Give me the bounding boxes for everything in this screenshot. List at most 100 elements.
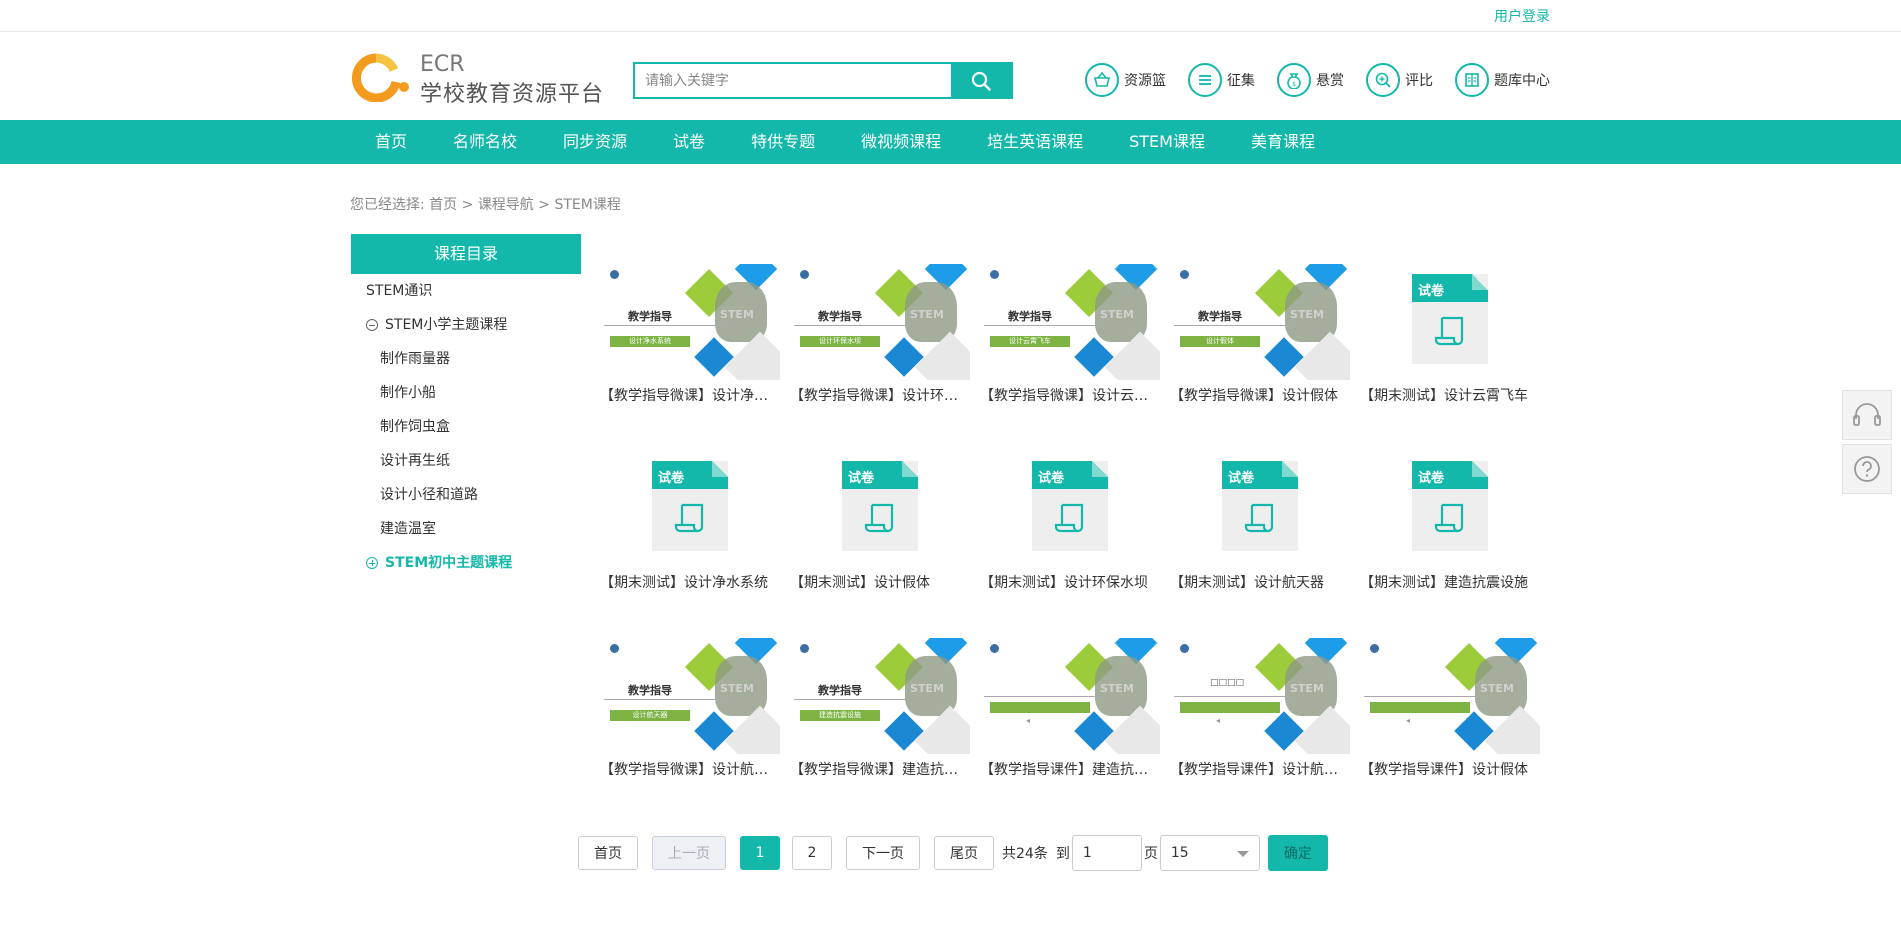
resource-card-title[interactable]: 【期末测试】设计净水系统: [600, 572, 778, 592]
nav-pearson-english[interactable]: 培生英语课程: [964, 120, 1106, 164]
tool-label: 资源篮: [1124, 73, 1166, 89]
nav-sync-resources[interactable]: 同步资源: [540, 120, 650, 164]
resource-card-title[interactable]: 【期末测试】设计航天器: [1170, 572, 1348, 592]
nav-home[interactable]: 首页: [352, 120, 430, 164]
search-input[interactable]: [635, 64, 953, 97]
tool-question-bank[interactable]: 题库中心: [1455, 62, 1550, 98]
stem-watermark: STEM: [910, 308, 944, 321]
slide-topic: 设计假体: [1180, 336, 1260, 347]
resource-card[interactable]: STEM 教学指导 设计净水系统【教学指导微课】设计净水系统: [600, 264, 780, 405]
help-button[interactable]: [1842, 444, 1892, 494]
sidebar-item-stem-junior[interactable]: STEM初中主题课程: [351, 546, 581, 580]
resource-card-title[interactable]: 【教学指导课件】建造抗震设施: [980, 759, 1158, 779]
stem-watermark: STEM: [720, 682, 754, 695]
resource-card-title[interactable]: 【教学指导微课】设计净水系统: [600, 385, 778, 405]
tool-label: 悬赏: [1316, 73, 1344, 89]
resource-card[interactable]: STEM ◂ 【教学指导课件】设计假体: [1360, 638, 1540, 779]
logo-name: 学校教育资源平台: [420, 82, 605, 107]
micro-lesson-thumbnail: STEM 教学指导 设计净水系统: [600, 264, 780, 380]
slide-heading: 教学指导: [1198, 310, 1242, 323]
resource-card-title[interactable]: 【期末测试】设计云霄飞车: [1360, 385, 1538, 405]
resource-card[interactable]: STEM 教学指导 设计环保水坝【教学指导微课】设计环保水坝: [790, 264, 970, 405]
courseware-thumbnail: STEM ◂: [1360, 638, 1540, 754]
confirm-button[interactable]: 确定: [1267, 835, 1328, 871]
page-2-button[interactable]: 2: [792, 836, 832, 870]
stem-watermark: STEM: [910, 682, 944, 695]
expand-icon[interactable]: [366, 557, 378, 569]
money-bag-icon: $: [1277, 63, 1311, 97]
sidebar-item-boat[interactable]: 制作小船: [351, 376, 581, 410]
resource-card-title[interactable]: 【教学指导课件】设计航天器: [1170, 759, 1348, 779]
resource-card-title[interactable]: 【教学指导微课】设计假体: [1170, 385, 1348, 405]
nav-micro-video[interactable]: 微视频课程: [838, 120, 964, 164]
tool-reward[interactable]: $ 悬赏: [1277, 62, 1344, 98]
page-number-input[interactable]: [1071, 835, 1142, 871]
resource-card-title[interactable]: 【期末测试】设计假体: [790, 572, 968, 592]
next-page-button[interactable]: 下一页: [846, 836, 920, 870]
page-size-value: 15: [1170, 845, 1189, 861]
resource-card[interactable]: STEM ◂ 【教学指导课件】建造抗震设施: [980, 638, 1160, 779]
resource-card[interactable]: STEM 教学指导 建造抗震设施 【教学指导微课】建造抗震设施: [790, 638, 970, 779]
resource-card[interactable]: 试卷【期末测试】设计航天器: [1170, 451, 1350, 592]
resource-card[interactable]: 试卷【期末测试】设计假体: [790, 451, 970, 592]
resource-card-title[interactable]: 【期末测试】设计环保水坝: [980, 572, 1158, 592]
user-login-link[interactable]: 用户登录: [1494, 6, 1550, 26]
resource-card[interactable]: STEM 教学指导 设计云霄飞车 【教学指导微课】设计云霄飞车: [980, 264, 1160, 405]
publisher-logo-icon: [1180, 270, 1189, 279]
nav-famous-teachers[interactable]: 名师名校: [430, 120, 540, 164]
exam-file-icon: 试卷: [600, 451, 780, 567]
courseware-thumbnail: STEM ◂ □□□□: [1170, 638, 1350, 754]
sidebar-item-insect-box[interactable]: 制作饲虫盒: [351, 410, 581, 444]
resource-card[interactable]: STEM 教学指导 设计航天器 【教学指导微课】设计航天器: [600, 638, 780, 779]
resource-card-title[interactable]: 【教学指导微课】建造抗震设施: [790, 759, 968, 779]
search-button[interactable]: [951, 64, 1011, 97]
resource-card-title[interactable]: 【教学指导微课】设计航天器: [600, 759, 778, 779]
exam-icon: 试卷: [1032, 461, 1108, 551]
exam-icon: 试卷: [1222, 461, 1298, 551]
book-icon: [1455, 63, 1489, 97]
nav-art[interactable]: 美育课程: [1228, 120, 1338, 164]
nav-special-topics[interactable]: 特供专题: [728, 120, 838, 164]
sidebar-item-stem-general[interactable]: STEM通识: [351, 274, 581, 308]
page-size-select[interactable]: 15: [1159, 835, 1260, 871]
sidebar-item-paths-roads[interactable]: 设计小径和道路: [351, 478, 581, 512]
resource-card-title[interactable]: 【教学指导微课】设计云霄飞车: [980, 385, 1158, 405]
page-1-button[interactable]: 1: [740, 836, 780, 870]
exam-icon: 试卷: [842, 461, 918, 551]
sidebar-item-rain-gauge[interactable]: 制作雨量器: [351, 342, 581, 376]
sidebar-item-recycled-paper[interactable]: 设计再生纸: [351, 444, 581, 478]
sidebar-item-stem-primary[interactable]: STEM小学主题课程: [351, 308, 581, 342]
tool-collect[interactable]: 征集: [1188, 62, 1255, 98]
breadcrumb-stem[interactable]: STEM课程: [554, 197, 620, 213]
site-logo[interactable]: ECR 学校教育资源平台: [350, 50, 610, 107]
stem-watermark: STEM: [1290, 682, 1324, 695]
tool-basket[interactable]: 资源篮: [1085, 62, 1166, 98]
micro-lesson-thumbnail: STEM 教学指导 设计环保水坝: [790, 264, 970, 380]
resource-card-title[interactable]: 【教学指导微课】设计环保水坝: [790, 385, 968, 405]
nav-exams[interactable]: 试卷: [650, 120, 728, 164]
course-sidebar: 课程目录 STEM通识 STEM小学主题课程 制作雨量器 制作小船 制作饲虫盒 …: [351, 234, 581, 580]
scroll-icon: [1434, 503, 1464, 533]
sidebar-item-greenhouse[interactable]: 建造温室: [351, 512, 581, 546]
exam-file-icon: 试卷: [980, 451, 1160, 567]
resource-card[interactable]: 试卷 【期末测试】设计云霄飞车: [1360, 264, 1540, 405]
resource-card[interactable]: STEM ◂ □□□□ 【教学指导课件】设计航天器: [1170, 638, 1350, 779]
nav-stem[interactable]: STEM课程: [1106, 120, 1228, 164]
tool-compare[interactable]: 评比: [1366, 62, 1433, 98]
exam-label: 试卷: [1418, 471, 1445, 486]
last-page-button[interactable]: 尾页: [934, 836, 994, 870]
resource-card[interactable]: STEM 教学指导 设计假体 【教学指导微课】设计假体: [1170, 264, 1350, 405]
resource-card-title[interactable]: 【教学指导课件】设计假体: [1360, 759, 1538, 779]
customer-service-button[interactable]: [1842, 390, 1892, 440]
collapse-icon[interactable]: [366, 319, 378, 331]
resource-card[interactable]: 试卷【期末测试】设计环保水坝: [980, 451, 1160, 592]
breadcrumb-course-nav[interactable]: 课程导航: [478, 197, 534, 213]
first-page-button[interactable]: 首页: [578, 836, 638, 870]
exam-label: 试卷: [848, 471, 875, 486]
breadcrumb-home[interactable]: 首页: [429, 197, 457, 213]
resource-card[interactable]: 试卷【期末测试】建造抗震设施: [1360, 451, 1540, 592]
courseware-thumbnail: STEM ◂: [980, 638, 1160, 754]
resource-card[interactable]: 试卷【期末测试】设计净水系统: [600, 451, 780, 592]
resource-card-title[interactable]: 【期末测试】建造抗震设施: [1360, 572, 1538, 592]
prev-page-button[interactable]: 上一页: [652, 836, 726, 870]
